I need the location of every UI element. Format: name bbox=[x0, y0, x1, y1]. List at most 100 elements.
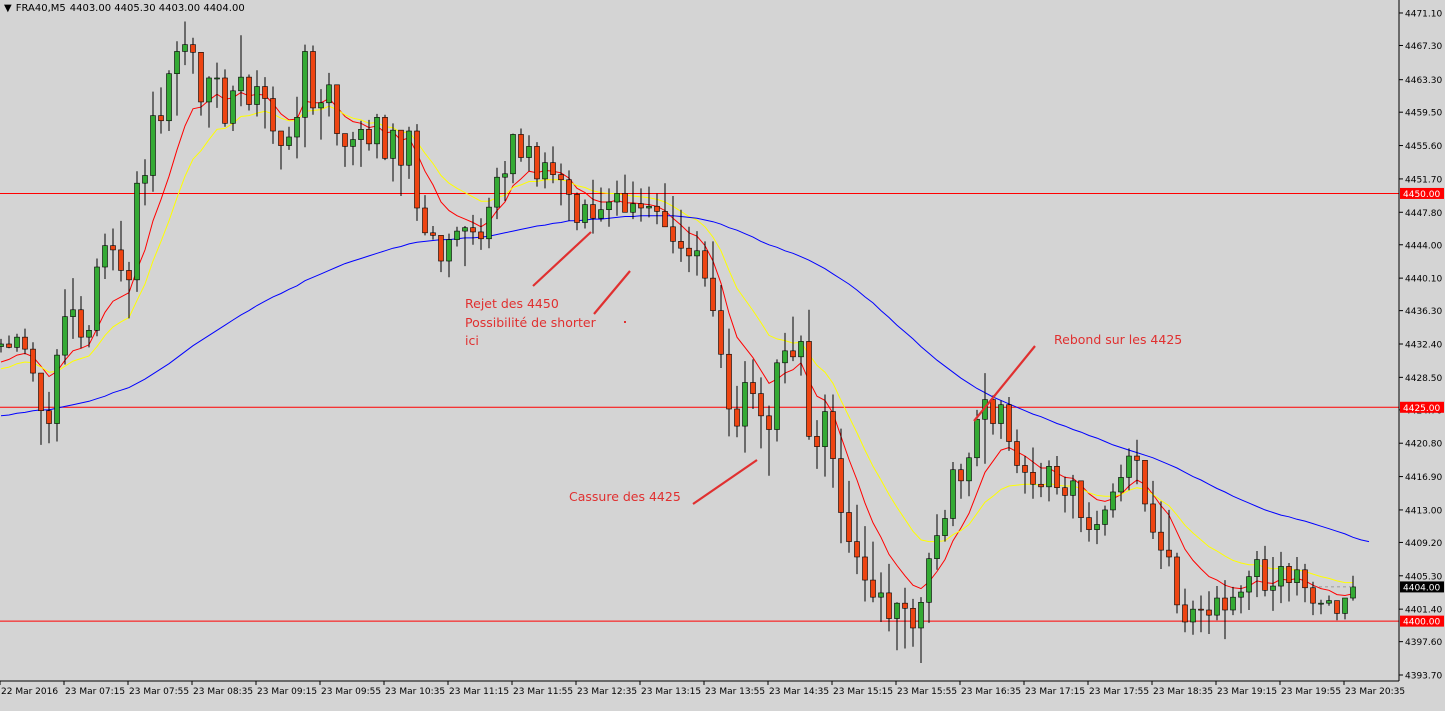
price-chart: 4471.10 4467.30 4463.30 4459.50 4455.60 4451.… bbox=[0, 0, 1445, 707]
candle-body-bull bbox=[502, 173, 508, 178]
price-tick-label: 4447.80 bbox=[1405, 209, 1442, 219]
candle-body-bull bbox=[542, 162, 548, 180]
candle-body-bull bbox=[1350, 586, 1356, 599]
candle-body-bull bbox=[134, 182, 140, 281]
candle-body-bear bbox=[1038, 483, 1044, 488]
candle-body-bull bbox=[526, 146, 532, 158]
level-price-tag-label: 4425.00 bbox=[1403, 404, 1440, 414]
candle-body-bull bbox=[950, 469, 956, 519]
candle-body-bear bbox=[574, 194, 580, 223]
candle-body-bull bbox=[614, 193, 620, 203]
candle-body-bear bbox=[310, 51, 316, 109]
candle-body-bull bbox=[1126, 455, 1132, 478]
ohlc-readout: 4403.00 4405.30 4403.00 4404.00 bbox=[69, 3, 245, 14]
collapse-arrow-icon[interactable]: ▼ bbox=[4, 3, 12, 14]
candle-body-bear bbox=[734, 408, 740, 427]
candle-body-bull bbox=[214, 77, 220, 80]
candle-body-bull bbox=[1254, 559, 1260, 577]
candle-body-bear bbox=[1158, 531, 1164, 551]
candle-body-bear bbox=[702, 250, 708, 279]
candle-body-bear bbox=[334, 84, 340, 134]
annotation-cassure: Cassure des 4425 bbox=[569, 489, 681, 504]
candle-body-bear bbox=[470, 227, 476, 233]
time-tick-label: 23 Mar 16:35 bbox=[961, 687, 1021, 697]
candle-body-bear bbox=[910, 607, 916, 629]
price-tick-label: 4393.70 bbox=[1405, 672, 1442, 682]
candle-body-bull bbox=[878, 592, 884, 598]
price-tick-label: 4409.20 bbox=[1405, 539, 1442, 549]
price-tick-label: 4432.40 bbox=[1405, 340, 1442, 350]
candle-body-bear bbox=[110, 245, 116, 251]
candle-body-bear bbox=[758, 393, 764, 417]
candle-body-bear bbox=[766, 415, 772, 430]
candle-body-bull bbox=[934, 535, 940, 559]
candle-body-bear bbox=[1174, 556, 1180, 606]
candle-body-bull bbox=[1246, 576, 1252, 593]
candle-body-bull bbox=[230, 90, 236, 124]
candle-body-bull bbox=[1118, 477, 1124, 493]
price-tick-label: 4463.30 bbox=[1405, 76, 1442, 86]
candle-body-bear bbox=[1302, 569, 1308, 589]
candle-body-bear bbox=[1134, 455, 1140, 461]
time-tick-label: 23 Mar 20:35 bbox=[1345, 687, 1405, 697]
candle-body-bear bbox=[550, 162, 556, 175]
candle-body-bull bbox=[798, 341, 804, 358]
candle-body-bull bbox=[1110, 491, 1116, 511]
candle-body-bull bbox=[926, 558, 932, 603]
candle-body-bear bbox=[1198, 608, 1204, 611]
price-tick-label: 4444.00 bbox=[1405, 241, 1442, 251]
candle-body-bull bbox=[1318, 602, 1324, 605]
plot-area bbox=[0, 1, 1399, 681]
candle-body-bear bbox=[814, 436, 820, 447]
candle-body-bear bbox=[1182, 604, 1188, 623]
candle bbox=[310, 45, 316, 115]
candle-body-bull bbox=[694, 250, 700, 257]
price-tick-label: 4467.30 bbox=[1405, 42, 1442, 52]
candle-body-bull bbox=[1326, 600, 1332, 604]
candle-body-bull bbox=[894, 602, 900, 619]
symbol-label: FRA40,M5 bbox=[15, 3, 66, 14]
candle-body-bear bbox=[902, 602, 908, 609]
candle-body-bull bbox=[326, 84, 332, 104]
candle-body-bear bbox=[1286, 566, 1292, 583]
candle-body-bull bbox=[70, 309, 76, 317]
level-price-tag-label: 4450.00 bbox=[1403, 190, 1440, 200]
candle bbox=[1174, 552, 1180, 614]
price-tick-label: 4413.00 bbox=[1405, 506, 1442, 516]
candle-body-bull bbox=[462, 227, 468, 232]
candle-body-bull bbox=[1190, 608, 1196, 623]
candle-body-bear bbox=[262, 86, 268, 99]
candle-body-bull bbox=[606, 201, 612, 211]
candle-body-bear bbox=[1334, 600, 1340, 614]
candle-body-bull bbox=[318, 102, 324, 109]
candle-body-bear bbox=[190, 44, 196, 53]
candle bbox=[382, 114, 388, 161]
candle-body-bull bbox=[302, 51, 308, 118]
candle-body-bull bbox=[102, 245, 108, 268]
candle-body-bull bbox=[582, 204, 588, 223]
candle-body-bull bbox=[358, 129, 364, 140]
candle-body-bear bbox=[1062, 487, 1068, 496]
candle-body-bull bbox=[62, 316, 68, 356]
candle-body-bull bbox=[1070, 480, 1076, 496]
candle bbox=[414, 124, 420, 221]
candle-body-bull bbox=[782, 350, 788, 364]
candle-body-bull bbox=[374, 117, 380, 145]
candle-body-bull bbox=[1342, 597, 1348, 614]
candle-body-bear bbox=[830, 411, 836, 459]
candle-body-bear bbox=[78, 309, 84, 338]
candle-body-bull bbox=[454, 230, 460, 240]
annotation-rebond: Rebond sur les 4425 bbox=[1054, 332, 1183, 347]
time-tick-label: 23 Mar 17:55 bbox=[1089, 687, 1149, 697]
candle-body-bull bbox=[390, 129, 396, 159]
current-price-tag-label: 4404.00 bbox=[1403, 583, 1440, 593]
candle-body-bull bbox=[166, 73, 172, 122]
price-tick-label: 4405.30 bbox=[1405, 572, 1442, 582]
candle-body-bear bbox=[870, 579, 876, 598]
time-tick-label: 23 Mar 14:35 bbox=[769, 687, 829, 697]
candle-body-bear bbox=[46, 410, 52, 424]
candle-body-bear bbox=[1006, 404, 1012, 442]
candle-body-bear bbox=[958, 469, 964, 482]
time-tick-label: 23 Mar 13:15 bbox=[641, 687, 701, 697]
candle-body-bear bbox=[382, 117, 388, 159]
